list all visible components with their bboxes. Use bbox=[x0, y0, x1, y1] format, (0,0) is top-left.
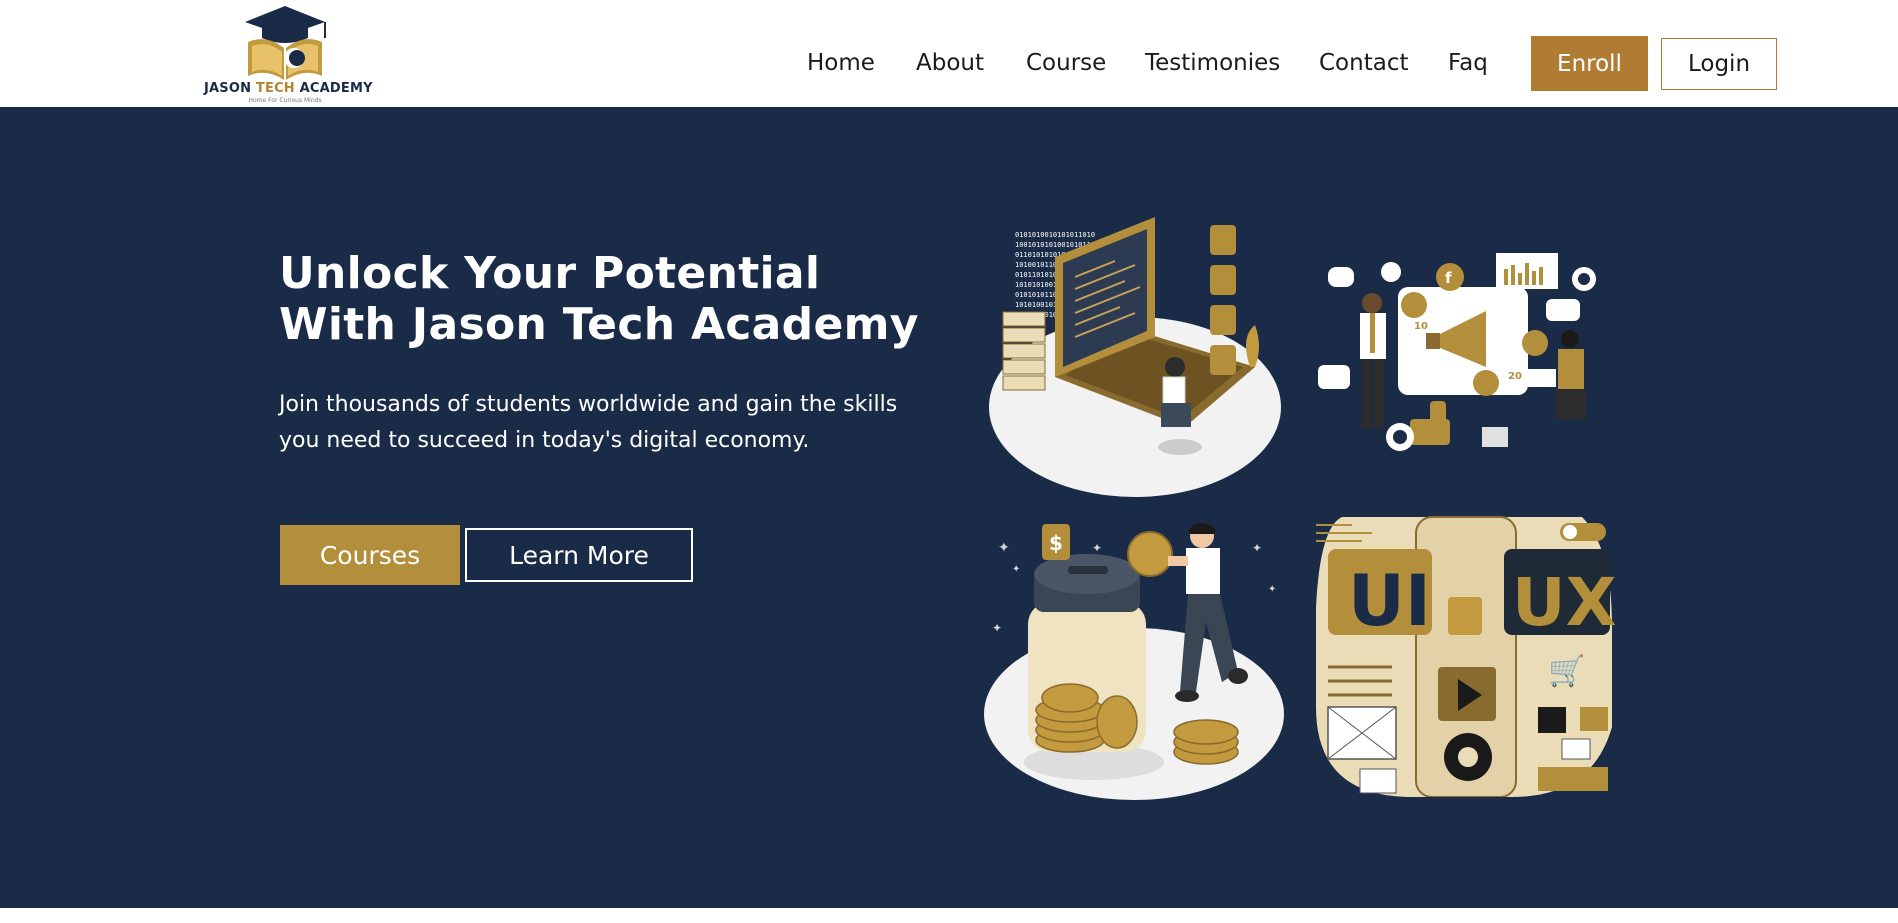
nav-testimonies[interactable]: Testimonies bbox=[1145, 50, 1280, 76]
hero-title: Unlock Your Potential With Jason Tech Ac… bbox=[279, 248, 939, 350]
graduation-book-icon bbox=[245, 6, 326, 80]
svg-text:✦: ✦ bbox=[1252, 541, 1262, 555]
svg-text:$: $ bbox=[1049, 531, 1063, 555]
hero-section: Unlock Your Potential With Jason Tech Ac… bbox=[0, 107, 1898, 908]
site-header: JASON TECH ACADEMY Home For Curious Mind… bbox=[0, 0, 1898, 107]
nav-home[interactable]: Home bbox=[807, 50, 875, 76]
hero-subtitle: Join thousands of students worldwide and… bbox=[279, 392, 898, 453]
ux-label: UX bbox=[1512, 564, 1616, 641]
svg-text:🛒: 🛒 bbox=[1548, 653, 1585, 689]
social-marketing-illustration: f 10 20 bbox=[1318, 253, 1596, 451]
nav-about[interactable]: About bbox=[916, 50, 984, 76]
svg-text:✦: ✦ bbox=[1268, 584, 1276, 595]
learn-more-button[interactable]: Learn More bbox=[465, 528, 693, 582]
courses-button[interactable]: Courses bbox=[280, 525, 460, 585]
login-button[interactable]: Login bbox=[1661, 38, 1777, 90]
svg-text:f: f bbox=[1445, 269, 1452, 287]
enroll-button[interactable]: Enroll bbox=[1531, 36, 1648, 91]
svg-text:✦: ✦ bbox=[1092, 541, 1102, 555]
brand-logo[interactable]: JASON TECH ACADEMY Home For Curious Mind… bbox=[204, 4, 373, 104]
social-count-20: 20 bbox=[1508, 371, 1522, 382]
nav-course[interactable]: Course bbox=[1026, 50, 1106, 76]
page-bottom-strip bbox=[0, 908, 1898, 923]
brand-tagline: Home For Curious Minds bbox=[248, 97, 322, 104]
hero-title-line2: With Jason Tech Academy bbox=[279, 299, 919, 350]
svg-text:✦: ✦ bbox=[992, 621, 1002, 635]
social-count-10: 10 bbox=[1414, 321, 1428, 332]
nav-contact[interactable]: Contact bbox=[1319, 50, 1408, 76]
savings-jar-illustration: $ ✦ ✦ ✦ ✦ ✦ ✦ bbox=[984, 523, 1284, 800]
ui-label: UI bbox=[1348, 560, 1431, 642]
coding-laptop-illustration: 0101010010101011010 1001010101001010110 … bbox=[989, 217, 1281, 497]
nav-faq[interactable]: Faq bbox=[1448, 50, 1488, 76]
ui-ux-illustration: UI UX 🛒 bbox=[1316, 516, 1616, 797]
hero-title-line1: Unlock Your Potential bbox=[279, 248, 821, 299]
brand-name: JASON TECH ACADEMY bbox=[204, 81, 373, 96]
svg-text:0101010010101011010: 0101010010101011010 bbox=[1015, 231, 1095, 239]
svg-text:✦: ✦ bbox=[998, 540, 1010, 556]
svg-text:✦: ✦ bbox=[1012, 564, 1020, 575]
